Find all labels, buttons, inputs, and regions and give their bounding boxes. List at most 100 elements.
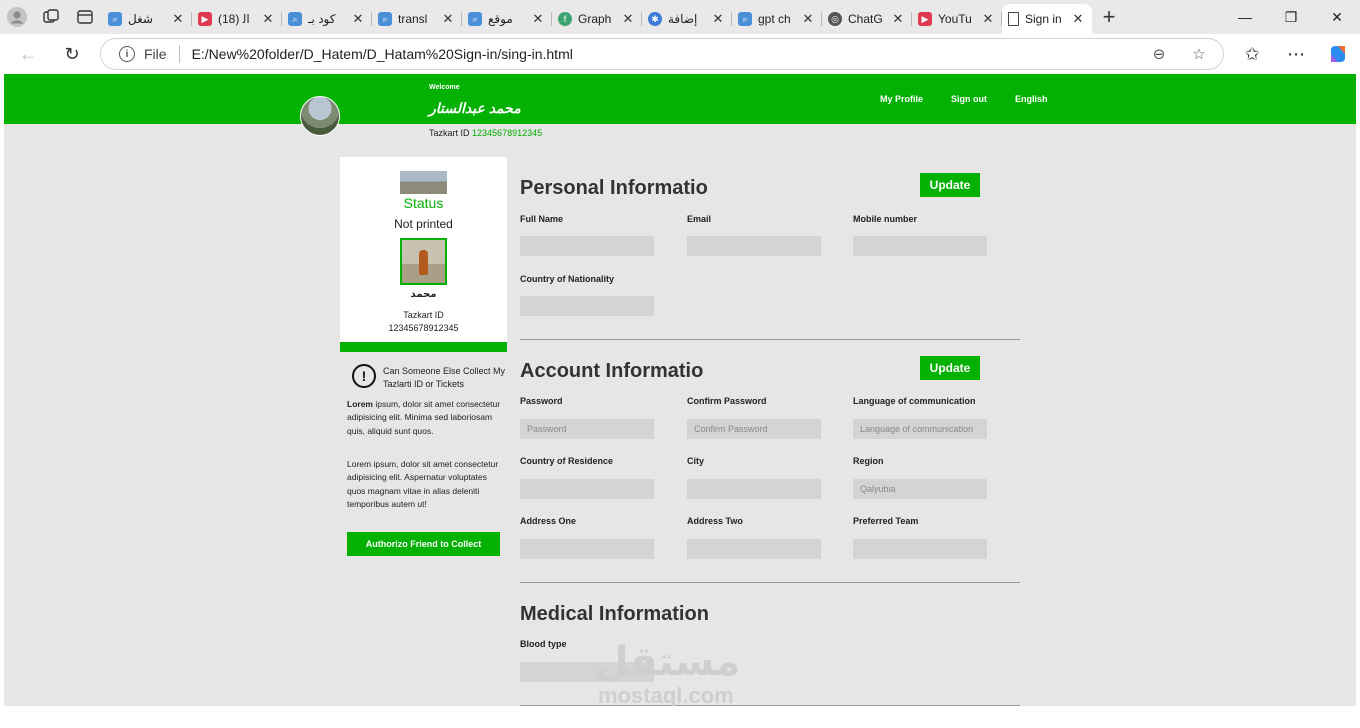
confirm-password-label: Confirm Password <box>687 396 767 406</box>
url-text[interactable]: E:/New%20folder/D_Hatem/D_Hatam%20Sign-i… <box>192 46 573 62</box>
nav-sign-out[interactable]: Sign out <box>951 94 987 104</box>
new-tab-button[interactable]: + <box>1092 4 1126 30</box>
restore-button[interactable]: ❐ <box>1268 0 1314 34</box>
address-one-label: Address One <box>520 516 577 526</box>
back-arrow-icon[interactable]: ← <box>16 42 40 66</box>
avatar[interactable] <box>300 96 340 136</box>
workspaces-icon[interactable] <box>34 0 68 34</box>
url-field[interactable]: i File E:/New%20folder/D_Hatem/D_Hatam%2… <box>100 38 1224 70</box>
close-icon[interactable]: ✕ <box>980 11 996 27</box>
close-icon[interactable]: ✕ <box>1070 11 1086 27</box>
bottom-strip <box>0 706 1360 728</box>
minimize-button[interactable]: — <box>1222 0 1268 34</box>
refresh-icon[interactable]: ↻ <box>60 42 84 66</box>
favorites-icon[interactable]: ✩ <box>1240 42 1264 66</box>
city-label: City <box>687 456 705 466</box>
card-tazkart-number: 12345678912345 <box>388 323 459 333</box>
watermark-logo: مستقل mostaql.com <box>594 639 741 706</box>
status-value: Not printed <box>394 217 453 231</box>
card-tazkart-label: Tazkart ID <box>403 310 444 320</box>
search-icon: ⌕ <box>378 12 392 26</box>
close-icon[interactable]: ✕ <box>170 11 186 27</box>
url-scheme-label: File <box>144 46 167 62</box>
close-icon[interactable]: ✕ <box>800 11 816 27</box>
tazkart-label: Tazkart ID <box>429 128 470 138</box>
city-field[interactable] <box>687 479 821 499</box>
youtube-icon: ▶ <box>198 12 212 26</box>
mobile-field[interactable] <box>853 236 987 256</box>
full-name-field[interactable] <box>520 236 654 256</box>
page-header <box>4 74 1356 124</box>
close-icon[interactable]: ✕ <box>440 11 456 27</box>
browser-tab-active[interactable]: Sign in ✕ <box>1002 4 1092 34</box>
update-account-button[interactable]: Update <box>920 356 980 380</box>
tazkart-id-line: Tazkart ID 12345678912345 <box>429 128 542 138</box>
status-title: Status <box>403 195 444 211</box>
preferred-team-field[interactable] <box>853 539 987 559</box>
close-icon[interactable]: ✕ <box>710 11 726 27</box>
authorize-friend-button[interactable]: Authorizo Friend to Collect <box>347 532 500 556</box>
browser-tab[interactable]: ▶ YouTu ✕ <box>912 5 1002 33</box>
tab-title: موقع <box>488 12 513 26</box>
status-image <box>400 171 447 194</box>
watermark-arabic: مستقل <box>594 640 741 684</box>
search-icon: ⌕ <box>468 12 482 26</box>
email-field[interactable] <box>687 236 821 256</box>
youtube-icon: ▶ <box>918 12 932 26</box>
browser-tab[interactable]: ✱ إضافة ✕ <box>642 5 732 33</box>
browser-tab[interactable]: ⌕ كود بـ ✕ <box>282 5 372 33</box>
tab-title: شغل <box>128 12 153 26</box>
web-page: Welcome محمد عبدالستار Tazkart ID 123456… <box>4 74 1356 706</box>
nav-my-profile[interactable]: My Profile <box>880 94 923 104</box>
info-paragraph-1: Lorem ipsum, dolor sit amet consectetur … <box>347 398 505 438</box>
collect-question: Can Someone Else Collect My Tazlarti ID … <box>383 366 506 389</box>
update-personal-button[interactable]: Update <box>920 173 980 197</box>
figma-icon: f <box>558 12 572 26</box>
divider <box>178 45 180 63</box>
more-menu-icon[interactable]: ⋯ <box>1284 42 1308 66</box>
confirm-password-field[interactable]: Confirm Password <box>687 419 821 439</box>
nationality-label: Country of Nationality <box>520 274 614 284</box>
password-field[interactable]: Password <box>520 419 654 439</box>
address-one-field[interactable] <box>520 539 654 559</box>
info-paragraph-2: Lorem ipsum, dolor sit amet consectetur … <box>347 459 499 510</box>
close-icon[interactable]: ✕ <box>260 11 276 27</box>
info-icon[interactable]: i <box>119 46 135 62</box>
favorite-star-icon[interactable]: ☆ <box>1189 44 1209 64</box>
copilot-icon[interactable] <box>1326 42 1350 66</box>
personal-info-title: Personal Informatio <box>520 177 708 199</box>
language-field[interactable]: Language of communication <box>853 419 987 439</box>
card-name: محمد <box>410 289 437 300</box>
browser-tab[interactable]: ⌕ transl ✕ <box>372 5 462 33</box>
account-info-title: Account Informatio <box>520 360 704 382</box>
email-label: Email <box>687 214 712 224</box>
address-two-field[interactable] <box>687 539 821 559</box>
browser-tab[interactable]: ⌕ gpt ch ✕ <box>732 5 822 33</box>
browser-tab[interactable]: ⌕ موقع ✕ <box>462 5 552 33</box>
region-label: Region <box>853 456 884 466</box>
tab-title: Sign in <box>1025 12 1062 26</box>
page-icon <box>1008 12 1019 26</box>
close-icon[interactable]: ✕ <box>530 11 546 27</box>
full-name-label: Full Name <box>520 214 564 224</box>
close-window-button[interactable]: ✕ <box>1314 0 1360 34</box>
profile-photo <box>400 238 447 285</box>
tab-title: YouTu <box>938 12 972 26</box>
region-field[interactable]: Qalyubia <box>853 479 987 499</box>
search-icon: ⌕ <box>738 12 752 26</box>
browser-tab[interactable]: ⌕ شغل ✕ <box>102 5 192 33</box>
close-icon[interactable]: ✕ <box>620 11 636 27</box>
zoom-out-icon[interactable]: ⊖ <box>1149 44 1169 64</box>
close-icon[interactable]: ✕ <box>350 11 366 27</box>
tab-actions-icon[interactable] <box>68 0 102 34</box>
browser-tab[interactable]: f Graph ✕ <box>552 5 642 33</box>
nav-language[interactable]: English <box>1015 94 1048 104</box>
nationality-field[interactable] <box>520 296 654 316</box>
close-icon[interactable]: ✕ <box>890 11 906 27</box>
profile-avatar-icon[interactable] <box>0 0 34 34</box>
tab-title: transl <box>398 12 428 26</box>
residence-field[interactable] <box>520 479 654 499</box>
browser-tab[interactable]: ◎ ChatG ✕ <box>822 5 912 33</box>
browser-tab[interactable]: ▶ (18) اﻟ ✕ <box>192 5 282 33</box>
tab-title: كود بـ <box>308 12 336 26</box>
